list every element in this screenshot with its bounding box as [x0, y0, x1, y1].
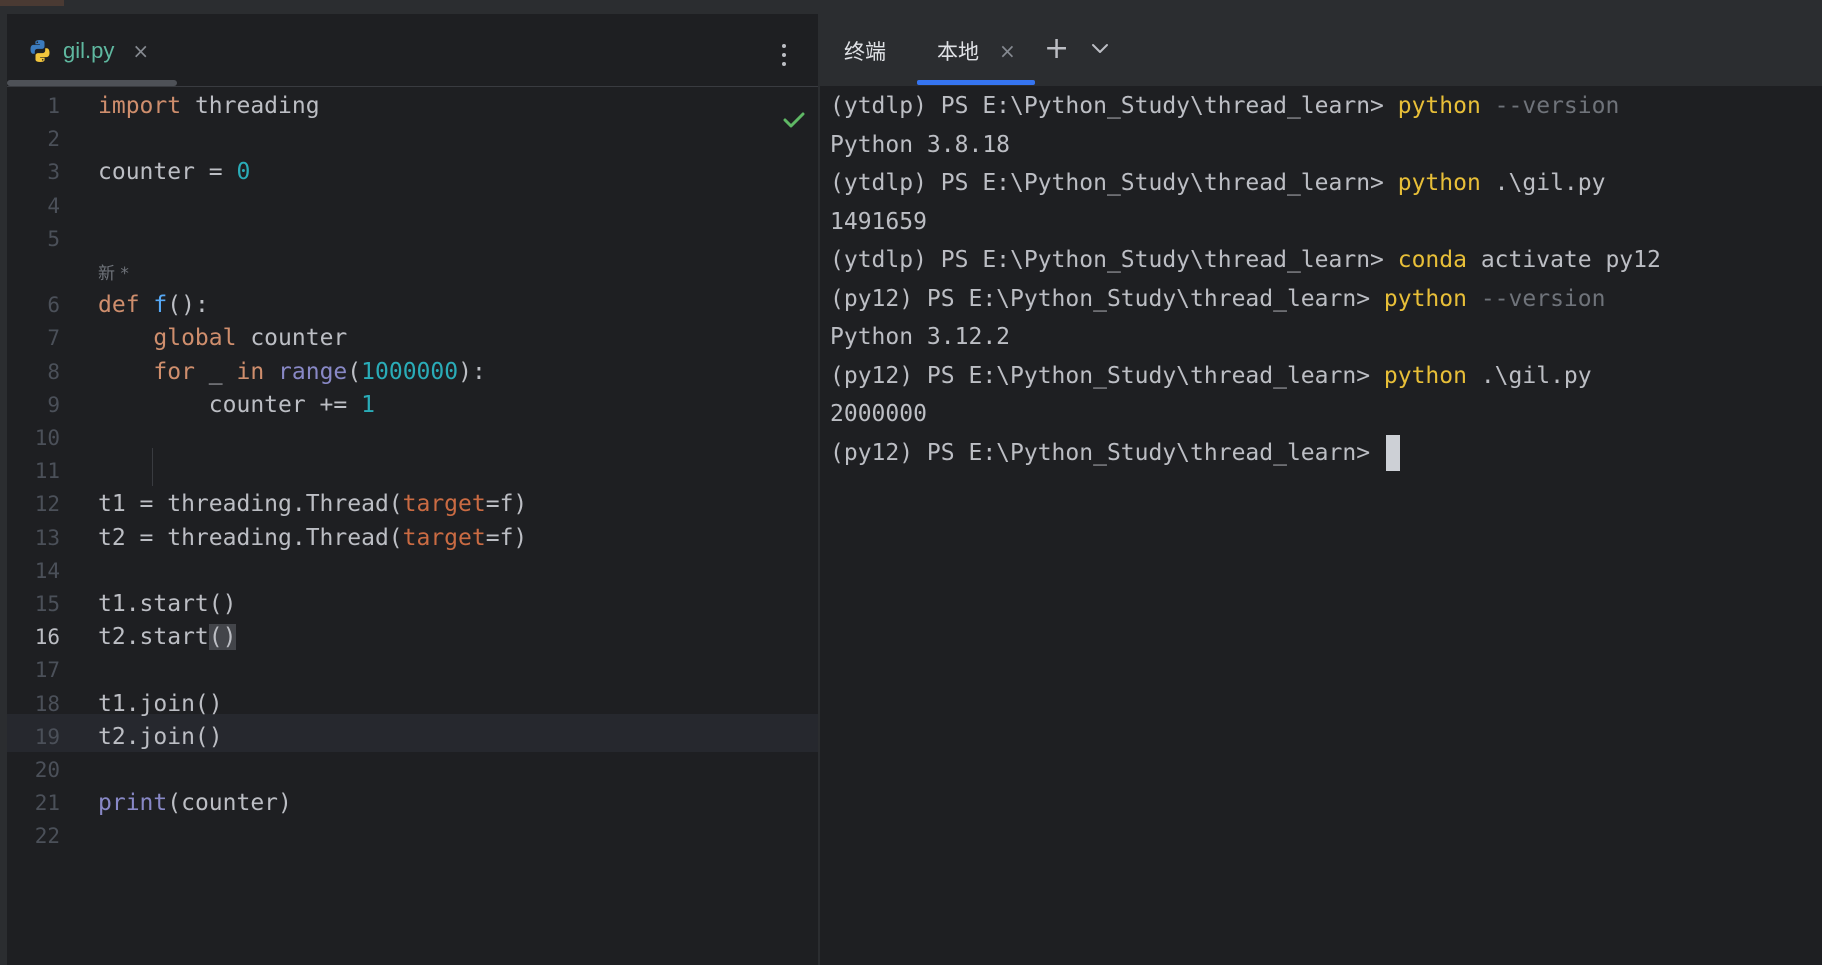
terminal-cursor [1385, 435, 1400, 471]
terminal-line: Python 3.12.2 [830, 318, 1822, 357]
code-token: target [402, 491, 486, 518]
terminal-line: (py12) PS E:\Python_Study\thread_learn> … [830, 357, 1822, 396]
code-token: def [98, 292, 140, 319]
terminal-token: (ytdlp) PS E:\Python_Study\thread_learn> [830, 247, 1398, 273]
line-number: 5 [47, 226, 60, 251]
terminal-line: 1491659 [830, 203, 1822, 242]
terminal-token: .\gil.py [1480, 170, 1606, 196]
terminal-line: Python 3.8.18 [830, 126, 1822, 165]
code-token: range [278, 358, 348, 385]
code-token: in [236, 358, 265, 385]
code-area[interactable]: 1 import threading 2 3 counter = 045新 * 6 def … [7, 87, 818, 965]
terminal-tab-active-indicator [917, 80, 1035, 85]
code-token: counter [236, 325, 348, 352]
python-icon [30, 40, 50, 62]
editor-tab-close-icon[interactable]: × [132, 39, 149, 63]
code-token: (counter) [167, 790, 292, 817]
code-line: 22 [7, 817, 818, 855]
code-token: 1000000 [361, 358, 459, 385]
terminal-token: Python 3.12.2 [830, 324, 1011, 350]
editor-tab-label: gil.py [63, 38, 115, 63]
more-vertical-icon[interactable] [781, 44, 787, 70]
terminal-token: (ytdlp) PS E:\Python_Study\thread_learn> [830, 93, 1398, 119]
terminal-token: 1491659 [830, 208, 927, 235]
line-number: 22 [34, 824, 60, 849]
code-token: counter = [98, 159, 237, 186]
editor-left-edge [0, 14, 7, 965]
editor-tab-scroll-indicator[interactable] [7, 80, 177, 86]
terminal-tab-bar: 终端 本地 × + [820, 14, 1822, 86]
terminal-token: (py12) PS E:\Python_Study\thread_learn> [830, 362, 1384, 389]
terminal-line: (py12) PS E:\Python_Study\thread_learn> [830, 434, 1822, 473]
terminal-title: 终端 [844, 40, 886, 64]
editor-tab-gil-py[interactable]: gil.py × [27, 36, 149, 66]
editor-pane: gil.py × 1 import threading 2 3 counter = 04… [0, 14, 818, 965]
terminal-token: --version [1480, 93, 1620, 119]
window-top-strip [0, 0, 1822, 14]
terminal-token: --version [1466, 285, 1606, 312]
terminal-token: python [1397, 170, 1481, 196]
code-token: import [98, 93, 182, 119]
window-top-accent [0, 0, 64, 6]
code-token: _ [194, 358, 237, 385]
code-token: () [208, 624, 237, 651]
code-token: ( [347, 358, 362, 385]
code-token: =f) [485, 524, 528, 551]
terminal-tab-close-icon[interactable]: × [999, 39, 1016, 63]
code-token: (): [167, 292, 209, 319]
terminal-line: 2000000 [830, 395, 1822, 434]
terminal-token: conda [1397, 247, 1467, 273]
code-token: t1.join() [98, 690, 223, 717]
code-token: threading [181, 93, 320, 119]
code-token: f [153, 292, 168, 319]
code-token: counter += [98, 391, 362, 418]
terminal-token: (py12) PS E:\Python_Study\thread_learn> [830, 285, 1384, 312]
terminal-token: (py12) PS E:\Python_Study\thread_learn> [830, 439, 1384, 466]
code-token: t2 = threading.Thread( [98, 524, 403, 551]
code-line: 5 [7, 220, 818, 258]
terminal-token: python [1383, 285, 1467, 312]
code-token: =f) [485, 491, 528, 518]
plus-icon[interactable]: + [1044, 34, 1069, 64]
chevron-down-icon[interactable] [1090, 42, 1110, 56]
terminal-token: 2000000 [830, 401, 927, 427]
code-token: ): [458, 358, 486, 385]
terminal-tab-local[interactable]: 本地 × [937, 36, 1016, 66]
code-token: t2.start [98, 624, 209, 651]
terminal-token: .\gil.py [1466, 362, 1592, 389]
terminal-pane: 终端 本地 × + (ytdlp) PS E:\Python_Study\thr… [820, 14, 1822, 965]
code-token: t1.start() [98, 591, 237, 617]
code-token: t2.join() [98, 723, 223, 750]
terminal-token: activate py12 [1466, 247, 1661, 273]
code-token: target [402, 524, 486, 551]
terminal-token: python [1383, 362, 1467, 389]
code-token: 0 [236, 159, 251, 186]
code-token: global [153, 325, 237, 352]
terminal-token: Python 3.8.18 [830, 131, 1011, 158]
terminal-line: (ytdlp) PS E:\Python_Study\thread_learn>… [830, 164, 1822, 203]
terminal-token: python [1397, 93, 1481, 119]
code-token: t1 = threading.Thread( [98, 491, 403, 518]
editor-tab-bar: gil.py × [7, 14, 818, 87]
terminal-line: (ytdlp) PS E:\Python_Study\thread_learn>… [830, 241, 1822, 280]
terminal-token: (ytdlp) PS E:\Python_Study\thread_learn> [830, 170, 1398, 196]
code-token: print [98, 790, 168, 817]
terminal-line: (ytdlp) PS E:\Python_Study\thread_learn>… [830, 87, 1822, 126]
terminal-line: (py12) PS E:\Python_Study\thread_learn> … [830, 280, 1822, 319]
terminal-output[interactable]: (ytdlp) PS E:\Python_Study\thread_learn>… [830, 87, 1822, 472]
code-token: for [153, 358, 195, 385]
code-token: 1 [361, 391, 375, 418]
terminal-tab-label: 本地 [937, 40, 979, 64]
